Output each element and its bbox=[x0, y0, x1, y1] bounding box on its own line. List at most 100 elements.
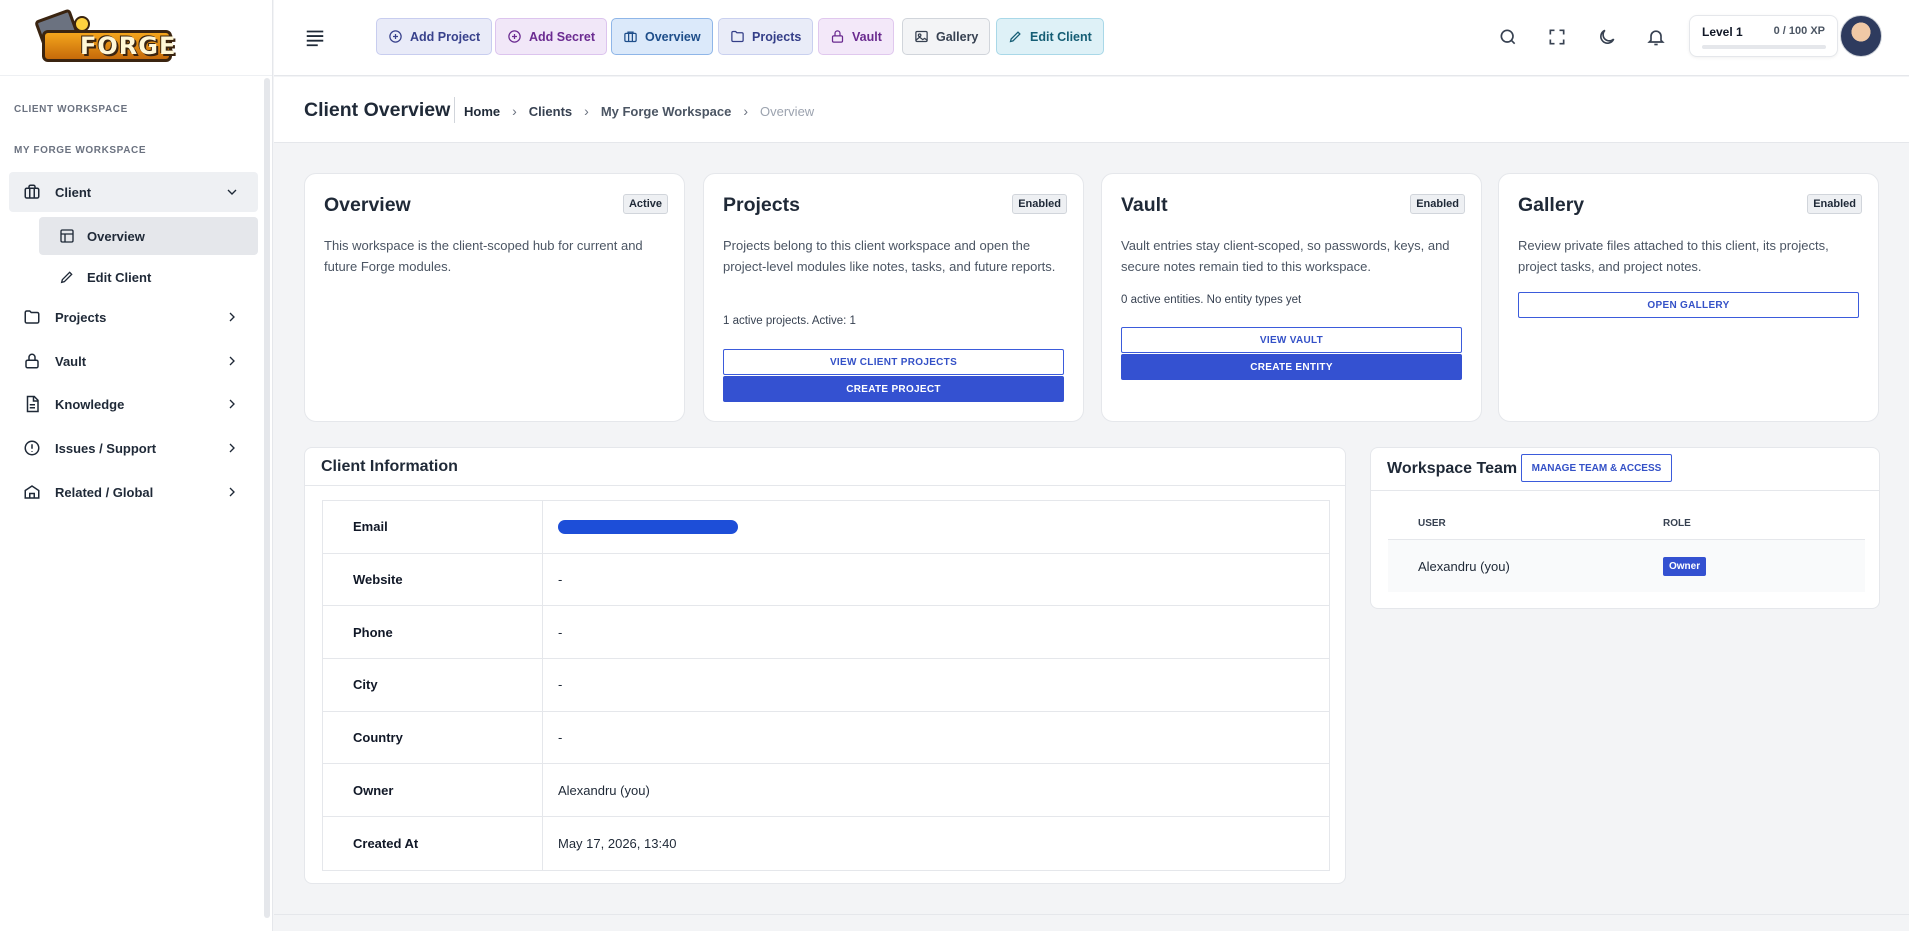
chevron-right-icon: › bbox=[512, 103, 517, 119]
add-secret-label: Add Secret bbox=[529, 29, 595, 44]
logo-text: FORGE bbox=[80, 31, 177, 60]
sidebar-item-related[interactable]: Related / Global bbox=[9, 472, 258, 512]
table-row: City - bbox=[323, 659, 1329, 712]
row-value: Alexandru (you) bbox=[558, 782, 650, 798]
page-header: Client Overview Home › Clients › My Forg… bbox=[274, 77, 1909, 143]
table-row: Website - bbox=[323, 553, 1329, 607]
row-key: City bbox=[323, 659, 543, 711]
sidebar-item-client[interactable]: Client bbox=[9, 172, 258, 212]
row-value: - bbox=[558, 677, 563, 693]
sidebar-item-label: Knowledge bbox=[55, 396, 125, 412]
row-key: Country bbox=[323, 711, 543, 764]
role-badge: Owner bbox=[1663, 556, 1707, 576]
gallery-tab-label: Gallery bbox=[936, 29, 979, 44]
table-header: USER ROLE bbox=[1388, 508, 1865, 540]
row-value: - bbox=[558, 572, 563, 588]
projects-tab-button[interactable]: Projects bbox=[718, 18, 814, 55]
section-label-workspace: CLIENT WORKSPACE bbox=[14, 104, 128, 115]
chevron-right-icon bbox=[224, 484, 240, 500]
moon-icon[interactable] bbox=[1597, 27, 1617, 47]
view-client-projects-button[interactable]: VIEW CLIENT PROJECTS bbox=[723, 349, 1064, 375]
gallery-card: Gallery Enabled Review private files att… bbox=[1498, 173, 1879, 422]
open-gallery-button[interactable]: OPEN GALLERY bbox=[1518, 292, 1859, 318]
row-value bbox=[543, 501, 1329, 553]
sidebar-subitem-overview[interactable]: Overview bbox=[39, 217, 258, 255]
projects-card: Projects Enabled Projects belong to this… bbox=[703, 173, 1084, 422]
edit-client-button[interactable]: Edit Client bbox=[996, 18, 1104, 55]
avatar[interactable] bbox=[1840, 15, 1882, 57]
table-row: Created At May 17, 2026, 13:40 bbox=[323, 817, 1329, 870]
card-title: Projects bbox=[723, 194, 800, 216]
vault-stat: 0 active entities. No entity types yet bbox=[1121, 294, 1302, 306]
card-description: This workspace is the client-scoped hub … bbox=[324, 238, 643, 274]
card-title: Gallery bbox=[1518, 194, 1585, 216]
sidebar-item-vault[interactable]: Vault bbox=[9, 341, 258, 381]
column-header-role: ROLE bbox=[1663, 518, 1691, 529]
add-project-button[interactable]: Add Project bbox=[376, 18, 493, 55]
alert-circle-icon bbox=[23, 439, 41, 457]
title-divider bbox=[454, 97, 455, 123]
row-value: - bbox=[558, 624, 563, 640]
sidebar: FORGE CLIENT WORKSPACE MY FORGE WORKSPAC… bbox=[0, 0, 273, 931]
xp-widget[interactable]: Level 1 0 / 100 XP bbox=[1689, 15, 1838, 57]
projects-stat: 1 active projects. Active: 1 bbox=[723, 315, 856, 327]
status-badge: Active bbox=[622, 194, 668, 214]
breadcrumb-workspace[interactable]: My Forge Workspace bbox=[601, 104, 732, 119]
chevron-right-icon bbox=[224, 309, 240, 325]
sidebar-item-label: Projects bbox=[55, 309, 107, 325]
table-row: Country - bbox=[323, 711, 1329, 765]
section-label-workspace-name: MY FORGE WORKSPACE bbox=[14, 145, 147, 156]
card-title: Overview bbox=[324, 194, 411, 216]
forge-logo[interactable]: FORGE bbox=[34, 7, 179, 66]
workspace-team-panel: Workspace Team MANAGE TEAM & ACCESS USER… bbox=[1370, 447, 1880, 609]
status-badge: Enabled bbox=[1410, 194, 1465, 214]
manage-team-button[interactable]: MANAGE TEAM & ACCESS bbox=[1521, 454, 1672, 482]
bell-icon[interactable] bbox=[1646, 27, 1666, 47]
card-description: Projects belong to this client workspace… bbox=[723, 238, 1056, 274]
status-badge: Enabled bbox=[1012, 194, 1067, 214]
divider bbox=[305, 485, 1345, 486]
breadcrumb-current: Overview bbox=[760, 103, 815, 119]
pencil-icon bbox=[1009, 31, 1021, 43]
divider bbox=[1371, 490, 1879, 491]
sidebar-subitem-edit-client[interactable]: Edit Client bbox=[39, 258, 258, 296]
lock-icon bbox=[23, 352, 41, 370]
pencil-icon bbox=[59, 269, 75, 285]
folder-icon bbox=[23, 308, 41, 326]
chevron-right-icon bbox=[224, 353, 240, 369]
card-title: Vault bbox=[1121, 194, 1168, 216]
sidebar-subitem-label: Edit Client bbox=[87, 269, 152, 285]
row-key: Website bbox=[323, 553, 543, 606]
folder-icon bbox=[731, 30, 744, 43]
add-secret-button[interactable]: Add Secret bbox=[495, 18, 607, 55]
create-entity-button[interactable]: CREATE ENTITY bbox=[1121, 354, 1462, 380]
level-label: Level 1 bbox=[1702, 25, 1743, 39]
building-icon bbox=[23, 483, 41, 501]
sidebar-item-knowledge[interactable]: Knowledge bbox=[9, 384, 258, 424]
fullscreen-icon[interactable] bbox=[1547, 27, 1567, 47]
search-icon[interactable] bbox=[1498, 27, 1518, 47]
row-value: May 17, 2026, 13:40 bbox=[558, 835, 677, 851]
image-icon bbox=[915, 30, 928, 43]
gallery-tab-button[interactable]: Gallery bbox=[902, 18, 991, 55]
sidebar-scrollbar[interactable] bbox=[264, 78, 270, 918]
panel-title: Workspace Team bbox=[1387, 460, 1518, 477]
member-user: Alexandru (you) bbox=[1418, 558, 1510, 574]
footer-divider bbox=[274, 914, 1909, 915]
menu-icon[interactable] bbox=[304, 26, 326, 48]
sidebar-subitem-label: Overview bbox=[87, 228, 145, 244]
breadcrumb-home[interactable]: Home bbox=[464, 104, 500, 119]
status-badge: Enabled bbox=[1807, 194, 1862, 214]
chevron-right-icon bbox=[224, 396, 240, 412]
overview-tab-button[interactable]: Overview bbox=[611, 18, 713, 55]
row-key: Phone bbox=[323, 606, 543, 659]
sidebar-item-projects[interactable]: Projects bbox=[9, 297, 258, 337]
breadcrumb-clients[interactable]: Clients bbox=[529, 104, 572, 119]
vault-tab-button[interactable]: Vault bbox=[818, 18, 894, 55]
table-row: Owner Alexandru (you) bbox=[323, 764, 1329, 818]
view-vault-button[interactable]: VIEW VAULT bbox=[1121, 327, 1462, 353]
create-project-button[interactable]: CREATE PROJECT bbox=[723, 376, 1064, 402]
client-info-table: Email Website - Phone - City - Country -… bbox=[322, 500, 1330, 871]
team-table: USER ROLE Alexandru (you) Owner bbox=[1388, 508, 1865, 592]
sidebar-item-issues[interactable]: Issues / Support bbox=[9, 428, 258, 468]
